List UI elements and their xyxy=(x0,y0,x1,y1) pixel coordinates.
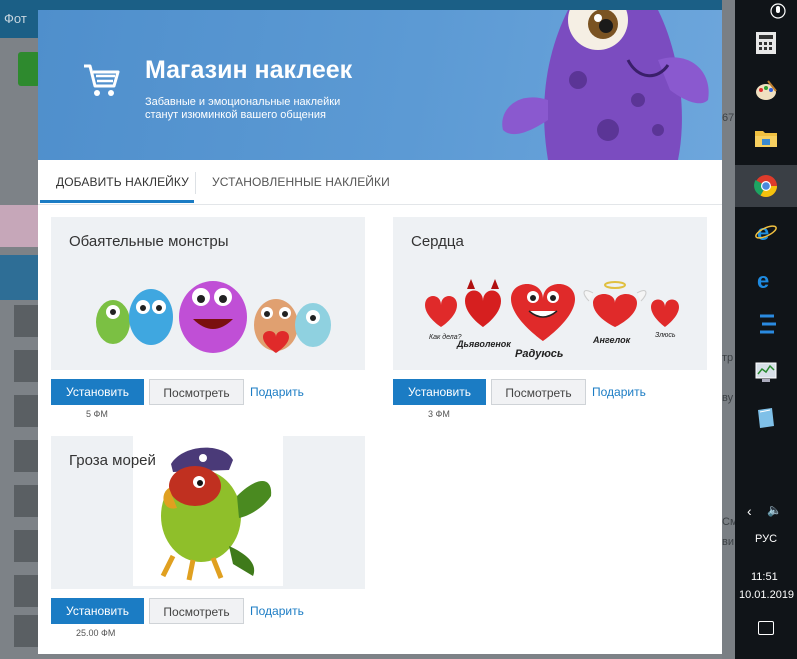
volume-icon[interactable]: 🔈 xyxy=(767,503,782,517)
install-button-parrot[interactable]: Установить xyxy=(51,598,144,624)
price-hearts: 3 ФМ xyxy=(428,409,450,419)
heart-caption: Злюсь xyxy=(655,332,676,339)
tab-add-sticker[interactable]: ДОБАВИТЬ НАКЛЕЙКУ xyxy=(56,175,189,189)
heart-caption: Дьяволенок xyxy=(456,339,511,349)
sticker-pack-card-monsters[interactable]: Обаятельные монстры xyxy=(51,217,365,370)
sticker-pack-card-parrot[interactable]: Гроза морей xyxy=(51,436,365,589)
internet-explorer-icon[interactable]: e xyxy=(754,219,778,243)
background-avatar xyxy=(14,305,38,337)
sticker-pack-title: Сердца xyxy=(411,233,464,250)
background-title: Фот xyxy=(4,11,27,26)
monster-mascot-illustration xyxy=(502,10,709,160)
notes-icon[interactable] xyxy=(754,406,778,430)
app-e-icon[interactable] xyxy=(754,312,778,336)
price-parrot: 25.00 ФМ xyxy=(76,628,116,638)
task-manager-icon[interactable] xyxy=(754,360,778,384)
paint-icon[interactable] xyxy=(754,79,778,103)
gift-link-parrot[interactable]: Подарить xyxy=(250,604,304,618)
store-tabs: ДОБАВИТЬ НАКЛЕЙКУ УСТАНОВЛЕННЫЕ НАКЛЕЙКИ xyxy=(38,160,722,205)
background-avatar xyxy=(14,395,38,427)
monsters-preview-image xyxy=(96,281,331,353)
background-avatar xyxy=(14,440,38,472)
active-tab-indicator xyxy=(40,200,194,203)
background-avatar xyxy=(14,530,38,562)
background-green-button xyxy=(18,52,40,86)
heart-caption: Радуюсь xyxy=(515,348,563,360)
action-center-icon[interactable] xyxy=(758,621,774,635)
gift-link-hearts[interactable]: Подарить xyxy=(592,385,646,399)
background-text: ву xyxy=(722,392,734,404)
background-avatar xyxy=(14,615,38,647)
view-button-monsters[interactable]: Посмотреть xyxy=(149,379,244,405)
svg-text:e: e xyxy=(757,268,769,291)
tab-installed-stickers[interactable]: УСТАНОВЛЕННЫЕ НАКЛЕЙКИ xyxy=(212,175,390,189)
background-right-strip xyxy=(722,0,735,659)
install-button-hearts[interactable]: Установить xyxy=(393,379,486,405)
install-button-monsters[interactable]: Установить xyxy=(51,379,144,405)
background-text: тр xyxy=(722,352,734,364)
chrome-icon[interactable] xyxy=(754,174,778,198)
view-button-hearts[interactable]: Посмотреть xyxy=(491,379,586,405)
calculator-icon[interactable] xyxy=(754,31,778,55)
file-explorer-icon[interactable] xyxy=(754,126,778,150)
store-banner: Магазин наклеек Забавные и эмоциональные… xyxy=(38,10,722,160)
sticker-store-modal: Магазин наклеек Забавные и эмоциональные… xyxy=(38,10,722,654)
view-button-parrot[interactable]: Посмотреть xyxy=(149,598,244,624)
background-avatar xyxy=(14,350,38,382)
background-text: См xyxy=(722,516,735,528)
sticker-pack-title: Обаятельные монстры xyxy=(69,233,229,250)
clock-date[interactable]: 10.01.2019 xyxy=(739,589,794,601)
store-subtitle: Забавные и эмоциональные наклейки станут… xyxy=(145,96,405,122)
price-monsters: 5 ФМ xyxy=(86,409,108,419)
show-hidden-icons-chevron-icon[interactable]: ‹ xyxy=(747,503,752,519)
store-subtitle-line: Забавные и эмоциональные наклейки xyxy=(145,96,341,108)
microphone-icon[interactable] xyxy=(767,3,789,19)
background-text: ви xyxy=(722,536,734,548)
background-list-item xyxy=(0,205,38,247)
background-avatar xyxy=(14,575,38,607)
sticker-pack-title: Гроза морей xyxy=(69,452,156,469)
background-avatar xyxy=(14,485,38,517)
clock-time[interactable]: 11:51 xyxy=(751,571,778,583)
background-list-item xyxy=(0,255,38,300)
heart-caption: Ангелок xyxy=(592,335,631,345)
edge-icon[interactable]: e xyxy=(754,267,778,291)
sticker-pack-card-hearts[interactable]: Сердца Как дела? Дьяволенок Радуюсь Анге… xyxy=(393,217,707,370)
store-subtitle-line: станут изюминкой вашего общения xyxy=(145,109,326,121)
hearts-preview-image: Как дела? Дьяволенок Радуюсь Ангелок Злю… xyxy=(425,279,679,360)
store-title: Магазин наклеек xyxy=(145,56,353,84)
shopping-cart-icon xyxy=(84,64,120,96)
gift-link-monsters[interactable]: Подарить xyxy=(250,385,304,399)
input-language[interactable]: РУС xyxy=(755,533,777,545)
background-text: 67 xyxy=(722,112,735,124)
tab-divider xyxy=(195,172,196,194)
